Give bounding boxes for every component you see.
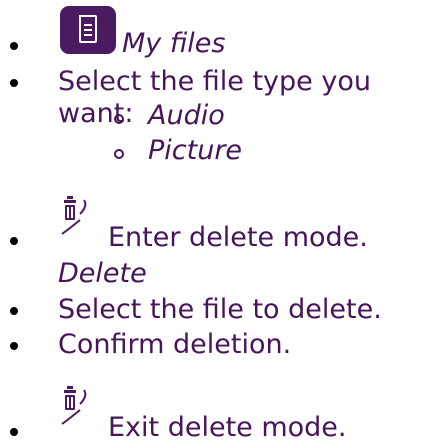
confirm-deletion-text: Confirm deletion.: [58, 329, 292, 360]
trash-check-icon: [61, 386, 87, 425]
bullet: [10, 79, 18, 87]
bullet: [10, 428, 18, 436]
bullet: [10, 237, 18, 245]
file-type-audio[interactable]: Audio: [148, 100, 225, 132]
bullet: [10, 307, 18, 315]
bullet: [10, 42, 18, 50]
file-type-picture[interactable]: Picture: [148, 135, 242, 167]
delete-label[interactable]: Delete: [58, 258, 147, 290]
sub-bullet: [114, 114, 124, 124]
trash-check-icon: [61, 196, 87, 235]
enter-delete-mode-text: Enter delete mode.: [108, 222, 368, 253]
sub-bullet: [114, 149, 124, 159]
select-file-delete-text: Select the file to delete.: [58, 294, 382, 325]
my-files-link[interactable]: My files: [122, 28, 225, 60]
bullet: [10, 342, 18, 350]
exit-delete-mode-text: Exit delete mode.: [108, 412, 347, 443]
my-files-icon: [60, 6, 116, 54]
